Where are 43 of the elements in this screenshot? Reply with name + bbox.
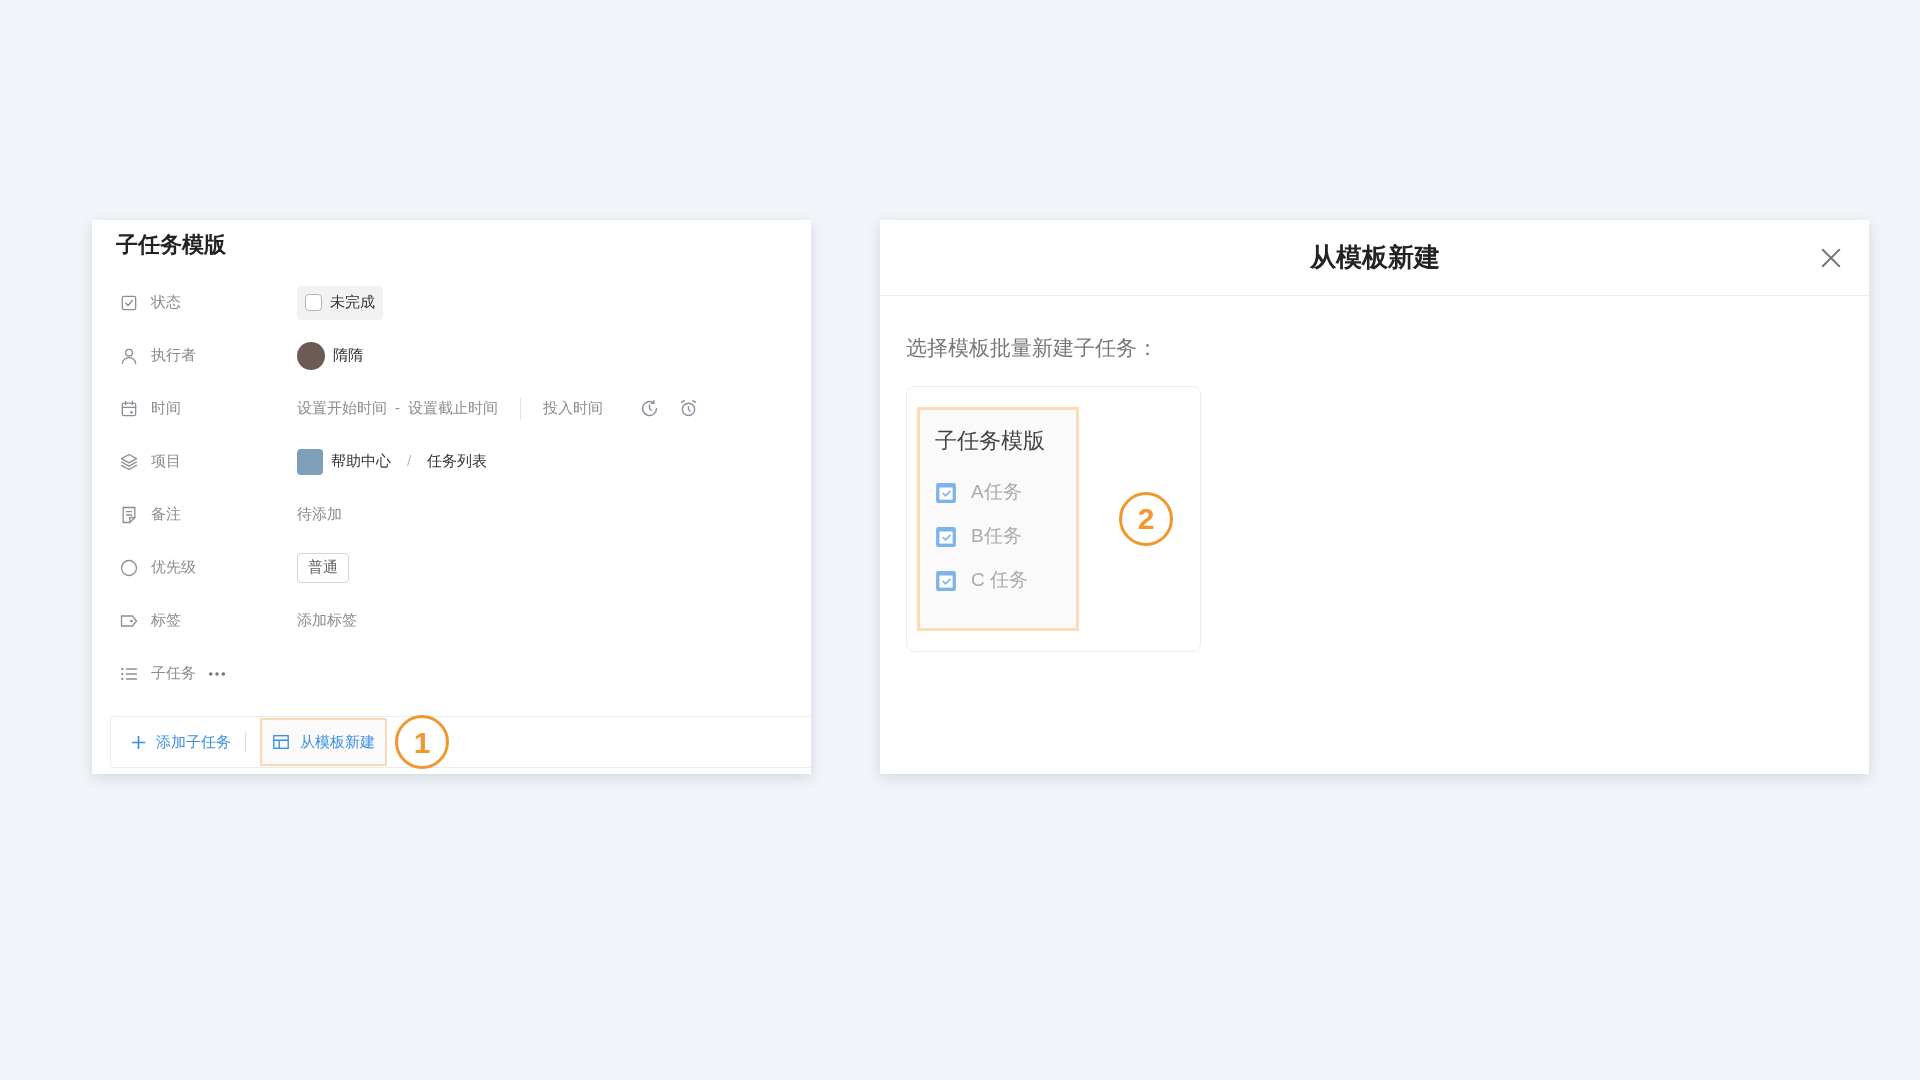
- breadcrumb-divider: /: [407, 451, 412, 472]
- priority-tag[interactable]: 普通: [297, 552, 349, 583]
- time-separator: -: [395, 398, 400, 419]
- add-subtask-button[interactable]: 添加子任务: [131, 730, 231, 754]
- field-label: 标签: [151, 610, 182, 631]
- plus-icon: [131, 734, 146, 750]
- end-time-field[interactable]: 设置截止时间: [408, 397, 498, 420]
- field-label: 子任务: [151, 663, 196, 684]
- circle-icon: [119, 557, 139, 578]
- new-from-template-button[interactable]: 从模板新建: [260, 718, 387, 766]
- field-label: 状态: [151, 292, 182, 313]
- alarm-icon: [678, 398, 699, 419]
- dialog-title: 从模板新建: [1309, 241, 1440, 274]
- note-placeholder[interactable]: 待添加: [297, 503, 342, 526]
- avatar: [297, 341, 325, 370]
- template-card[interactable]: 子任务模版 A任务 B任务 C 任务 2: [906, 385, 1201, 652]
- panel-title: 子任务模版: [115, 231, 227, 259]
- more-icon[interactable]: [208, 670, 226, 677]
- layers-icon: [119, 451, 139, 472]
- task-list-name[interactable]: 任务列表: [427, 450, 488, 473]
- project-thumbnail: [297, 448, 323, 475]
- close-icon: [1820, 247, 1842, 269]
- field-label: 项目: [151, 451, 182, 472]
- dialog-prompt: 选择模板批量新建子任务：: [906, 335, 1159, 361]
- callout-number: 2: [1119, 491, 1173, 546]
- template-task: C 任务: [971, 568, 1028, 593]
- callout-number: 1: [395, 715, 449, 769]
- status-toggle[interactable]: 未完成: [297, 285, 383, 320]
- template-task: A任务: [971, 480, 1022, 505]
- field-label: 执行者: [151, 345, 197, 366]
- effort-time-field[interactable]: 投入时间: [543, 397, 603, 420]
- repeat-icon: [639, 398, 660, 419]
- field-label: 时间: [151, 398, 182, 419]
- add-tag-link[interactable]: 添加标签: [297, 609, 357, 632]
- start-time-field[interactable]: 设置开始时间: [297, 397, 387, 420]
- template-icon: [272, 733, 290, 751]
- field-label: 优先级: [151, 557, 197, 578]
- assignee-name[interactable]: 隋隋: [333, 344, 363, 367]
- template-title: 子任务模版: [935, 426, 1046, 455]
- field-label: 备注: [151, 504, 182, 525]
- template-task: B任务: [971, 524, 1022, 549]
- project-name[interactable]: 帮助中心: [331, 450, 391, 473]
- calendar-icon: [119, 398, 139, 419]
